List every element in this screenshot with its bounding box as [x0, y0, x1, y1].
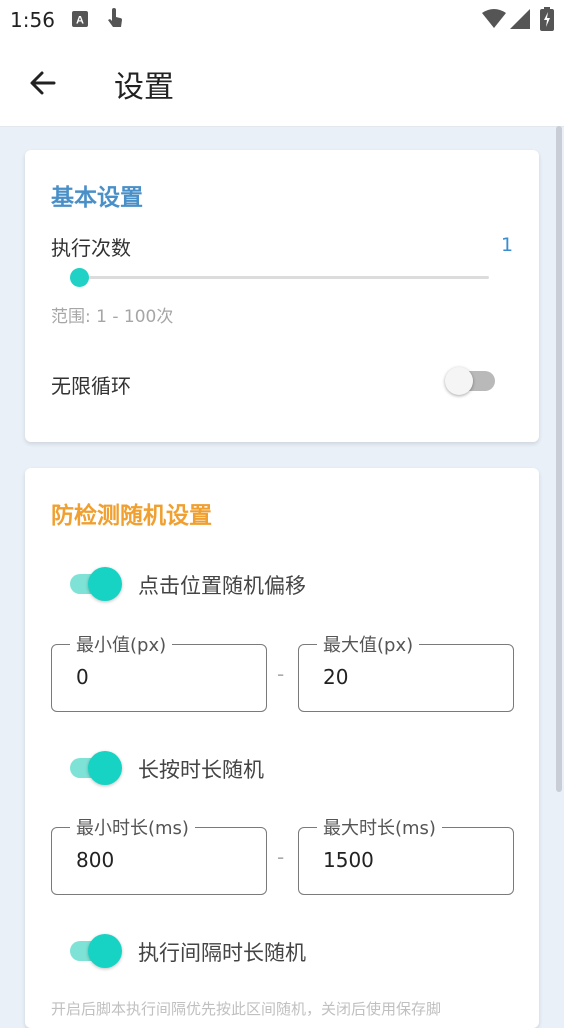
basic-settings-title: 基本设置 [51, 185, 143, 211]
svg-text:A: A [76, 15, 84, 27]
exec-count-label: 执行次数 [51, 236, 131, 260]
field-label: 最小时长(ms) [70, 814, 195, 840]
switch-knob [445, 367, 473, 395]
exec-count-slider-track[interactable] [79, 276, 489, 279]
basic-settings-card: 基本设置 执行次数 1 范围: 1 - 100次 无限循环 [25, 150, 539, 442]
interval-footnote: 开启后脚本执行间隔优先按此区间随机，关闭后使用保存脚 [51, 1000, 442, 1018]
exec-count-slider-thumb[interactable] [70, 268, 89, 287]
click-offset-min-field[interactable]: 最小值(px) 0 [51, 631, 267, 712]
anti-detection-card: 防检测随机设置 点击位置随机偏移 最小值(px) 0 - 最大值(px) 20 … [25, 468, 539, 1028]
field-value: 0 [76, 665, 89, 689]
status-bar: 1:56 A [0, 0, 564, 40]
interval-switch[interactable] [70, 934, 124, 968]
switch-knob [88, 934, 122, 968]
back-arrow-icon[interactable] [26, 66, 60, 100]
a-box-icon: A [72, 11, 88, 27]
wifi-icon [482, 9, 506, 28]
field-value: 1500 [323, 848, 374, 872]
field-label: 最大值(px) [317, 631, 420, 657]
infinite-loop-switch[interactable] [445, 367, 499, 395]
exec-count-value: 1 [501, 234, 514, 256]
app-bar: 设置 [0, 40, 564, 127]
long-press-label: 长按时长随机 [138, 758, 264, 782]
switch-knob [88, 567, 122, 601]
interval-label: 执行间隔时长随机 [138, 941, 306, 965]
signal-icon [510, 9, 530, 29]
range-dash: - [277, 845, 285, 869]
anti-detection-title: 防检测随机设置 [51, 503, 212, 529]
click-offset-label: 点击位置随机偏移 [138, 574, 306, 598]
click-offset-switch[interactable] [70, 567, 124, 601]
touch-icon [108, 8, 122, 27]
range-dash: - [277, 662, 285, 686]
field-label: 最大时长(ms) [317, 814, 442, 840]
page-title: 设置 [114, 70, 174, 105]
field-label: 最小值(px) [70, 631, 173, 657]
infinite-loop-label: 无限循环 [51, 374, 131, 398]
long-press-min-field[interactable]: 最小时长(ms) 800 [51, 814, 267, 895]
battery-icon [540, 7, 554, 31]
scrollbar[interactable] [556, 126, 562, 792]
switch-knob [88, 751, 122, 785]
range-hint: 范围: 1 - 100次 [51, 307, 174, 327]
click-offset-max-field[interactable]: 最大值(px) 20 [298, 631, 514, 712]
status-time: 1:56 [10, 8, 55, 32]
field-value: 20 [323, 665, 349, 689]
field-value: 800 [76, 848, 115, 872]
long-press-switch[interactable] [70, 751, 124, 785]
long-press-max-field[interactable]: 最大时长(ms) 1500 [298, 814, 514, 895]
